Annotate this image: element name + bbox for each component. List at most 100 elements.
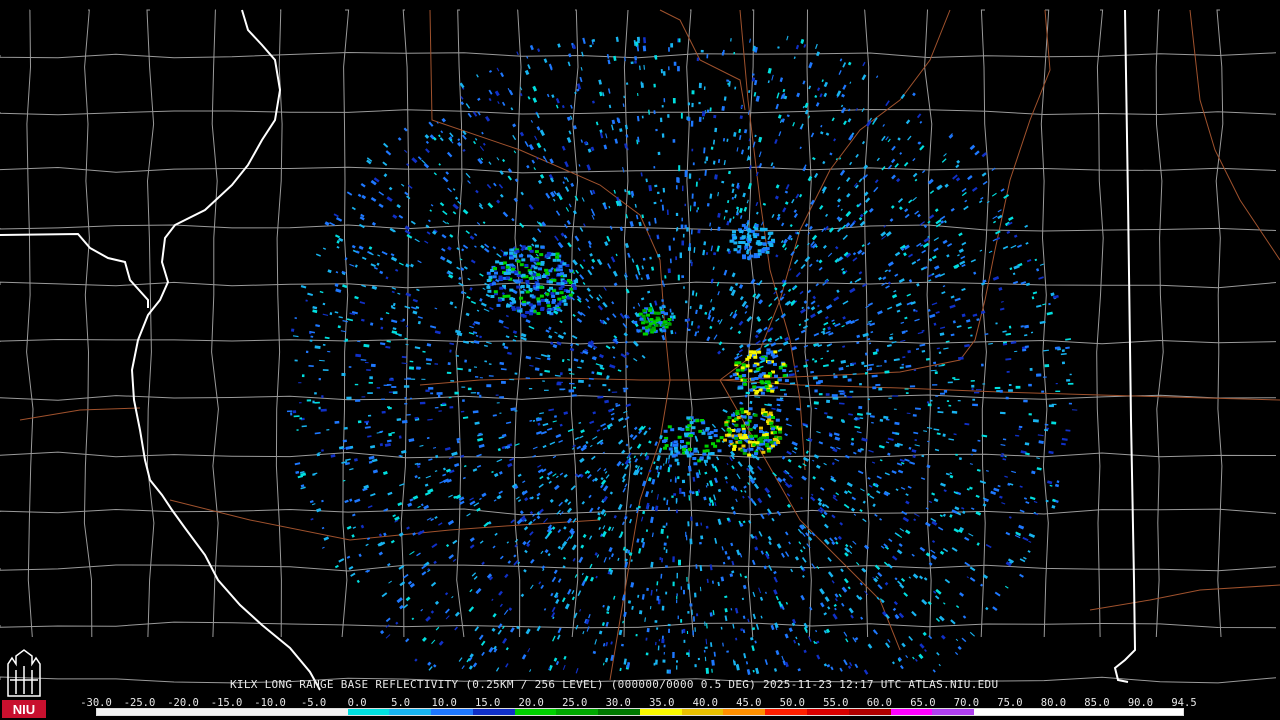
echo-pixel [530, 306, 535, 310]
echo-pixel [557, 302, 562, 306]
echo-pixel [658, 639, 661, 642]
echo-pixel [739, 230, 744, 233]
colorbar-segment [180, 709, 223, 715]
echo-pixel [681, 217, 683, 222]
echo-pixel [756, 240, 761, 244]
echo-pixel [558, 265, 563, 268]
echo-pixel [656, 627, 659, 630]
echo-pixel [789, 382, 796, 385]
echo-pixel [770, 444, 775, 448]
echo-pixel [695, 181, 698, 187]
echo-pixel [558, 287, 563, 291]
echo-pixel [677, 615, 679, 620]
echo-pixel [663, 497, 666, 501]
echo-pixel [636, 329, 641, 333]
echo-pixel [753, 413, 758, 417]
echo-pixel [926, 401, 930, 404]
echo-pixel [681, 275, 685, 278]
echo-pixel [724, 423, 729, 427]
echo-pixel [450, 380, 455, 382]
echo-pixel [662, 659, 666, 663]
echo-pixel [529, 312, 533, 316]
echo-pixel [492, 275, 497, 279]
echo-pixel [875, 383, 881, 386]
echo-pixel [534, 244, 539, 248]
echo-pixel [655, 128, 658, 132]
echo-pixel [386, 384, 392, 386]
echo-pixel [697, 657, 700, 661]
echo-pixel [685, 441, 690, 445]
echo-pixel [774, 374, 778, 378]
echo-pixel [406, 377, 411, 380]
echo-pixel [767, 418, 772, 422]
echo-pixel [659, 117, 663, 123]
echo-pixel [294, 359, 298, 362]
colorbar-segment [222, 709, 265, 715]
echo-pixel [710, 146, 714, 150]
echo-pixel [674, 458, 679, 462]
echo-pixel [831, 394, 838, 398]
colorbar-segment [890, 709, 933, 715]
echo-pixel [672, 237, 675, 241]
echo-pixel [1023, 399, 1028, 403]
echo-pixel [748, 428, 753, 431]
echo-pixel [639, 317, 644, 321]
echo-pixel [491, 282, 496, 286]
echo-pixel [539, 285, 544, 289]
echo-pixel [678, 559, 681, 566]
echo-pixel [653, 201, 657, 205]
echo-pixel [518, 309, 523, 313]
echo-pixel [681, 629, 683, 634]
echo-pixel [298, 382, 302, 384]
echo-pixel [646, 587, 649, 591]
echo-pixel [663, 542, 667, 546]
echo-pixel [692, 630, 695, 636]
echo-pixel [381, 410, 386, 414]
echo-pixel [556, 282, 561, 286]
echo-pixel [540, 245, 545, 249]
echo-pixel [703, 459, 708, 463]
echo-pixel [766, 348, 771, 352]
echo-pixel [695, 522, 699, 527]
echo-pixel [752, 364, 757, 368]
echo-pixel [305, 350, 309, 354]
echo-pixel [971, 388, 974, 391]
echo-pixel [763, 412, 768, 416]
echo-pixel [430, 392, 434, 395]
echo-pixel [320, 408, 327, 412]
echo-pixel [970, 380, 975, 382]
echo-pixel [476, 392, 480, 395]
echo-pixel [736, 429, 740, 433]
echo-pixel [386, 406, 391, 409]
echo-pixel [702, 117, 704, 120]
echo-pixel [697, 207, 700, 210]
echo-pixel [680, 444, 682, 450]
echo-pixel [421, 378, 426, 380]
echo-pixel [847, 378, 852, 382]
echo-pixel [934, 371, 938, 375]
echo-pixel [765, 442, 770, 446]
echo-pixel [346, 396, 352, 400]
echo-pixel [737, 245, 742, 249]
echo-pixel [767, 360, 772, 364]
echo-pixel [842, 391, 846, 394]
echo-pixel [1029, 367, 1033, 371]
echo-pixel [841, 420, 846, 424]
colorbar-segment [389, 709, 432, 715]
echo-pixel [735, 412, 740, 415]
echo-pixel [676, 595, 678, 600]
echo-pixel [739, 407, 744, 411]
echo-pixel [409, 397, 413, 400]
colorbar-segment [932, 709, 975, 715]
echo-pixel [892, 395, 899, 397]
echo-pixel [769, 421, 774, 425]
echo-pixel [705, 525, 709, 529]
echo-pixel [532, 273, 537, 277]
echo-pixel [676, 665, 678, 670]
colorbar-segment [723, 709, 766, 715]
echo-pixel [747, 453, 752, 457]
echo-pixel [749, 400, 753, 404]
echo-pixel [691, 426, 696, 430]
echo-pixel [740, 410, 745, 414]
echo-pixel [379, 443, 384, 447]
